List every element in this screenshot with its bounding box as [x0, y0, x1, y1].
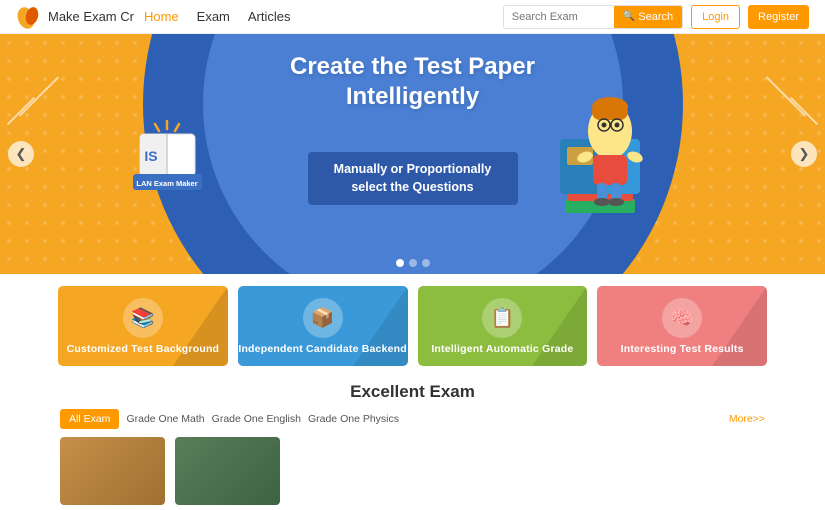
- logo-text: Make Exam Cr: [48, 9, 134, 24]
- hero-next-button[interactable]: ❯: [791, 141, 817, 167]
- exam-card-1[interactable]: [60, 437, 165, 505]
- feature-label-1: Independent Candidate Backend: [238, 343, 407, 355]
- hero-dot-3[interactable]: [422, 259, 430, 267]
- nav-exam[interactable]: Exam: [197, 9, 230, 24]
- hero-banner: Create the Test Paper Intelligently Manu…: [0, 34, 825, 274]
- header: Make Exam Cr Home Exam Articles 🔍 Search…: [0, 0, 825, 34]
- search-input[interactable]: [504, 6, 614, 28]
- login-button[interactable]: Login: [691, 5, 740, 29]
- tab-grade-one-english[interactable]: Grade One English: [212, 413, 301, 425]
- logo-area: Make Exam Cr: [16, 4, 134, 30]
- search-button[interactable]: 🔍 Search: [614, 6, 682, 28]
- feature-icon-circle-3: 🧠: [662, 298, 702, 338]
- tab-grade-one-math[interactable]: Grade One Math: [126, 413, 204, 425]
- hero-dots: [396, 259, 430, 267]
- tab-all-exam[interactable]: All Exam: [60, 409, 119, 429]
- feature-label-3: Interesting Test Results: [621, 343, 744, 355]
- exam-tabs-row: All Exam Grade One Math Grade One Englis…: [60, 409, 765, 429]
- hero-dot-1[interactable]: [396, 259, 404, 267]
- feature-icon-circle-2: 📋: [482, 298, 522, 338]
- tab-grade-one-physics[interactable]: Grade One Physics: [308, 413, 399, 425]
- svg-text:IS: IS: [144, 148, 157, 164]
- exam-card-2[interactable]: [175, 437, 280, 505]
- search-container: 🔍 Search: [503, 5, 683, 29]
- feature-card-2[interactable]: 📋 Intelligent Automatic Grade: [418, 286, 588, 366]
- feature-card-0[interactable]: 📚 Customized Test Background: [58, 286, 228, 366]
- nav-home[interactable]: Home: [144, 9, 179, 24]
- exam-cards-row: [60, 437, 765, 505]
- nav-articles[interactable]: Articles: [248, 9, 291, 24]
- excellent-section: Excellent Exam All Exam Grade One Math G…: [0, 378, 825, 505]
- register-button[interactable]: Register: [748, 5, 809, 29]
- search-icon: 🔍: [623, 11, 635, 22]
- logo-icon: [16, 4, 42, 30]
- header-right: 🔍 Search Login Register: [503, 5, 809, 29]
- feature-cards: 📚 Customized Test Background 📦 Independe…: [0, 274, 825, 378]
- feature-card-1[interactable]: 📦 Independent Candidate Backend: [238, 286, 408, 366]
- feature-label-0: Customized Test Background: [67, 343, 220, 355]
- excellent-title: Excellent Exam: [60, 382, 765, 402]
- feature-icon-circle-0: 📚: [123, 298, 163, 338]
- feature-card-3[interactable]: 🧠 Interesting Test Results: [597, 286, 767, 366]
- feature-label-2: Intelligent Automatic Grade: [431, 343, 573, 355]
- hero-subtitle: Manually or Proportionally select the Qu…: [308, 152, 518, 205]
- hero-character: [535, 39, 675, 259]
- more-link[interactable]: More>>: [729, 413, 765, 425]
- hero-prev-button[interactable]: ❮: [8, 141, 34, 167]
- main-nav: Home Exam Articles: [144, 9, 291, 24]
- svg-text:LAN Exam Maker: LAN Exam Maker: [136, 179, 197, 188]
- hero-dot-2[interactable]: [409, 259, 417, 267]
- feature-icon-circle-1: 📦: [303, 298, 343, 338]
- hero-title: Create the Test Paper Intelligently: [253, 52, 573, 112]
- hero-logo-left: IS LAN Exam Maker: [125, 109, 210, 194]
